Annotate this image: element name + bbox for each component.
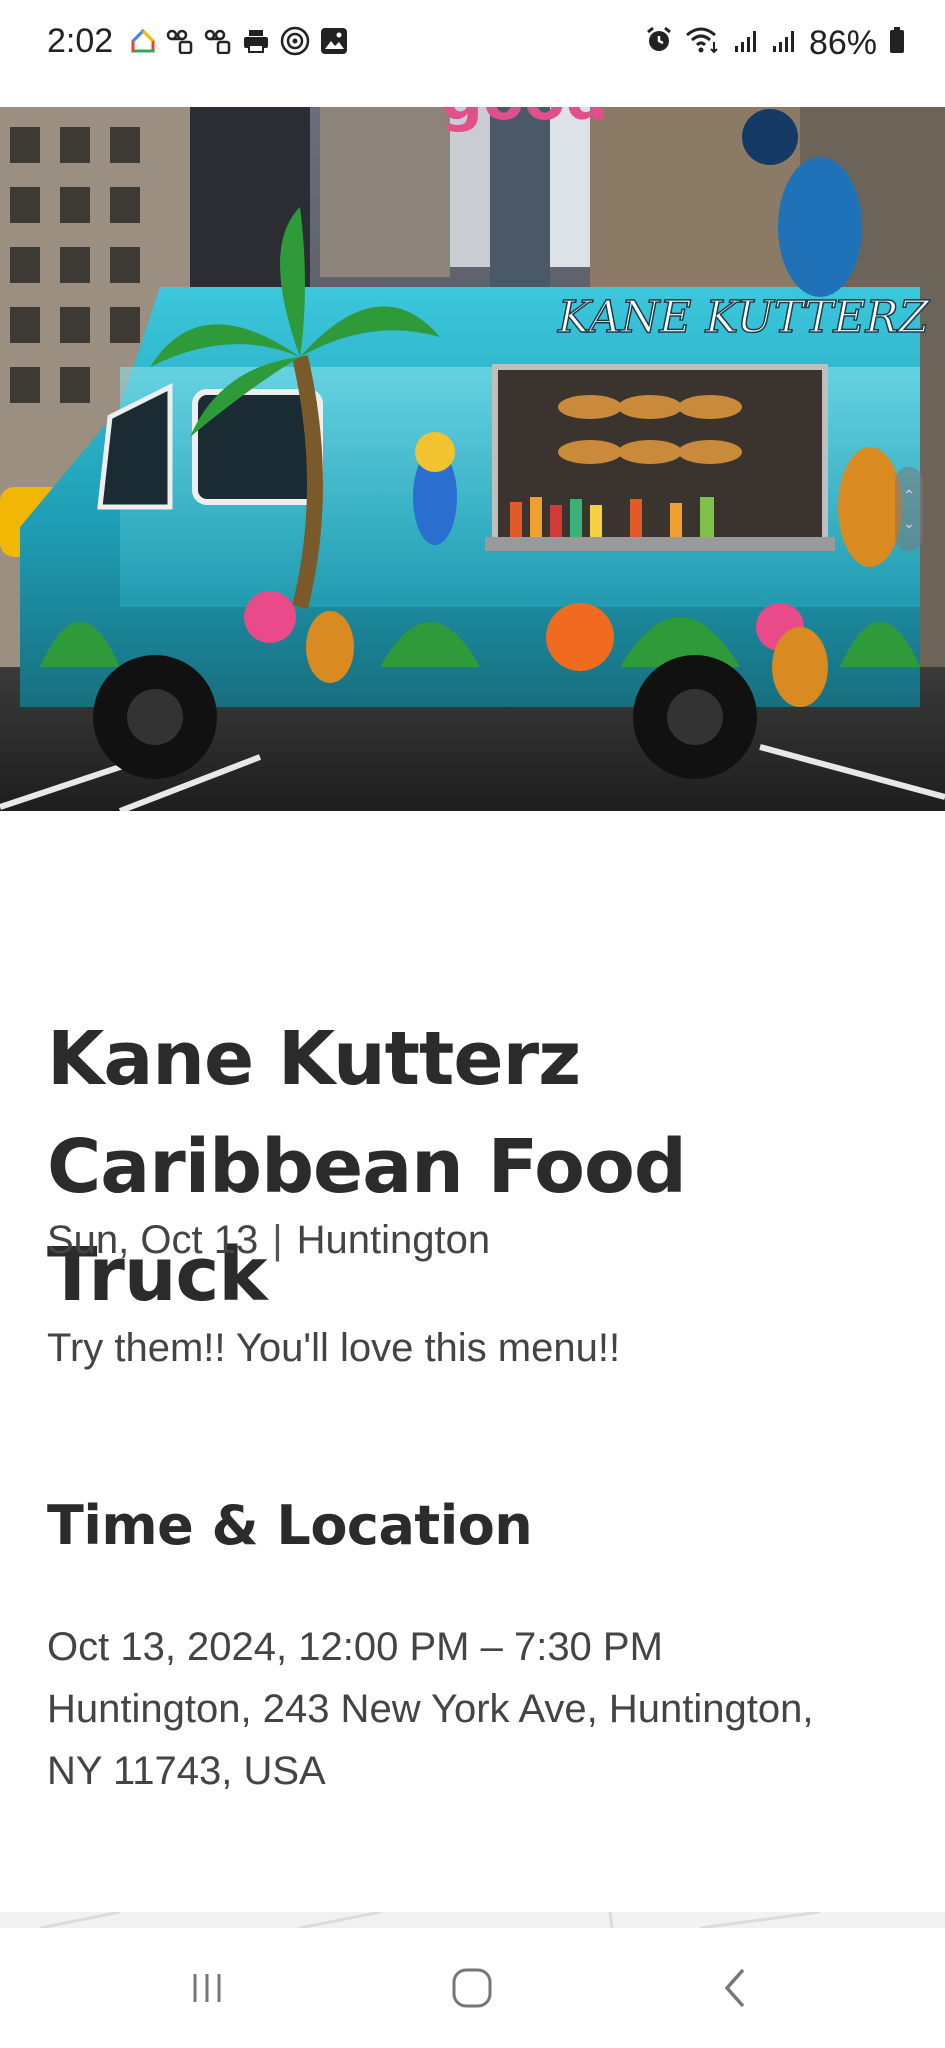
recents-button[interactable]: [177, 1958, 237, 2018]
status-bar: 2:02 86%: [0, 0, 945, 107]
back-button[interactable]: [707, 1958, 767, 2018]
event-address-line2[interactable]: NY 11743, USA: [47, 1740, 326, 1802]
signal-icon: [733, 24, 759, 63]
svg-text:KANE KUTTERZ: KANE KUTTERZ: [557, 292, 931, 343]
voicemail-icon: [204, 28, 232, 59]
chevron-down-icon: ⌄: [903, 515, 915, 531]
print-icon: [242, 28, 270, 59]
event-date-short: Sun, Oct 13: [47, 1218, 259, 1262]
image-scroll-handle[interactable]: ⌃ ⌄: [895, 467, 923, 551]
threads-icon: [280, 26, 310, 61]
battery-percent: 86%: [808, 24, 877, 62]
event-title: Kane Kutterz Caribbean Food Truck: [47, 1005, 927, 1329]
battery-icon: [889, 24, 905, 63]
svg-text:good: good: [440, 107, 608, 134]
event-meta: Sun, Oct 13 | Huntington: [47, 1218, 490, 1263]
map-preview[interactable]: [0, 1912, 945, 1928]
gallery-icon: [320, 27, 348, 60]
wifi-icon: [685, 24, 721, 63]
event-hero-image: good KANE KUTTERZ: [0, 107, 945, 811]
home-button[interactable]: [442, 1958, 502, 2018]
event-address-line1[interactable]: Huntington, 243 New York Ave, Huntington…: [47, 1678, 813, 1740]
signal-icon: [771, 24, 797, 63]
event-title-line1: Kane Kutterz: [47, 1016, 581, 1102]
back-icon: [724, 1968, 745, 2008]
recents-icon: [193, 1974, 221, 2002]
home-icon: [452, 1968, 492, 2008]
system-nav-bar: [0, 1928, 945, 2048]
meta-separator: |: [272, 1218, 283, 1262]
voicemail-icon: [166, 28, 194, 59]
event-location-short: Huntington: [296, 1218, 491, 1262]
notification-icons: [130, 26, 348, 61]
time-location-heading: Time & Location: [47, 1494, 533, 1557]
status-time: 2:02: [47, 22, 114, 60]
google-home-icon: [130, 28, 156, 59]
chevron-up-icon: ⌃: [903, 487, 915, 503]
event-description: Try them!! You'll love this menu!!: [47, 1326, 621, 1370]
system-icons: 86%: [645, 24, 905, 63]
alarm-icon: [645, 24, 673, 63]
event-datetime: Oct 13, 2024, 12:00 PM – 7:30 PM: [47, 1625, 663, 1669]
